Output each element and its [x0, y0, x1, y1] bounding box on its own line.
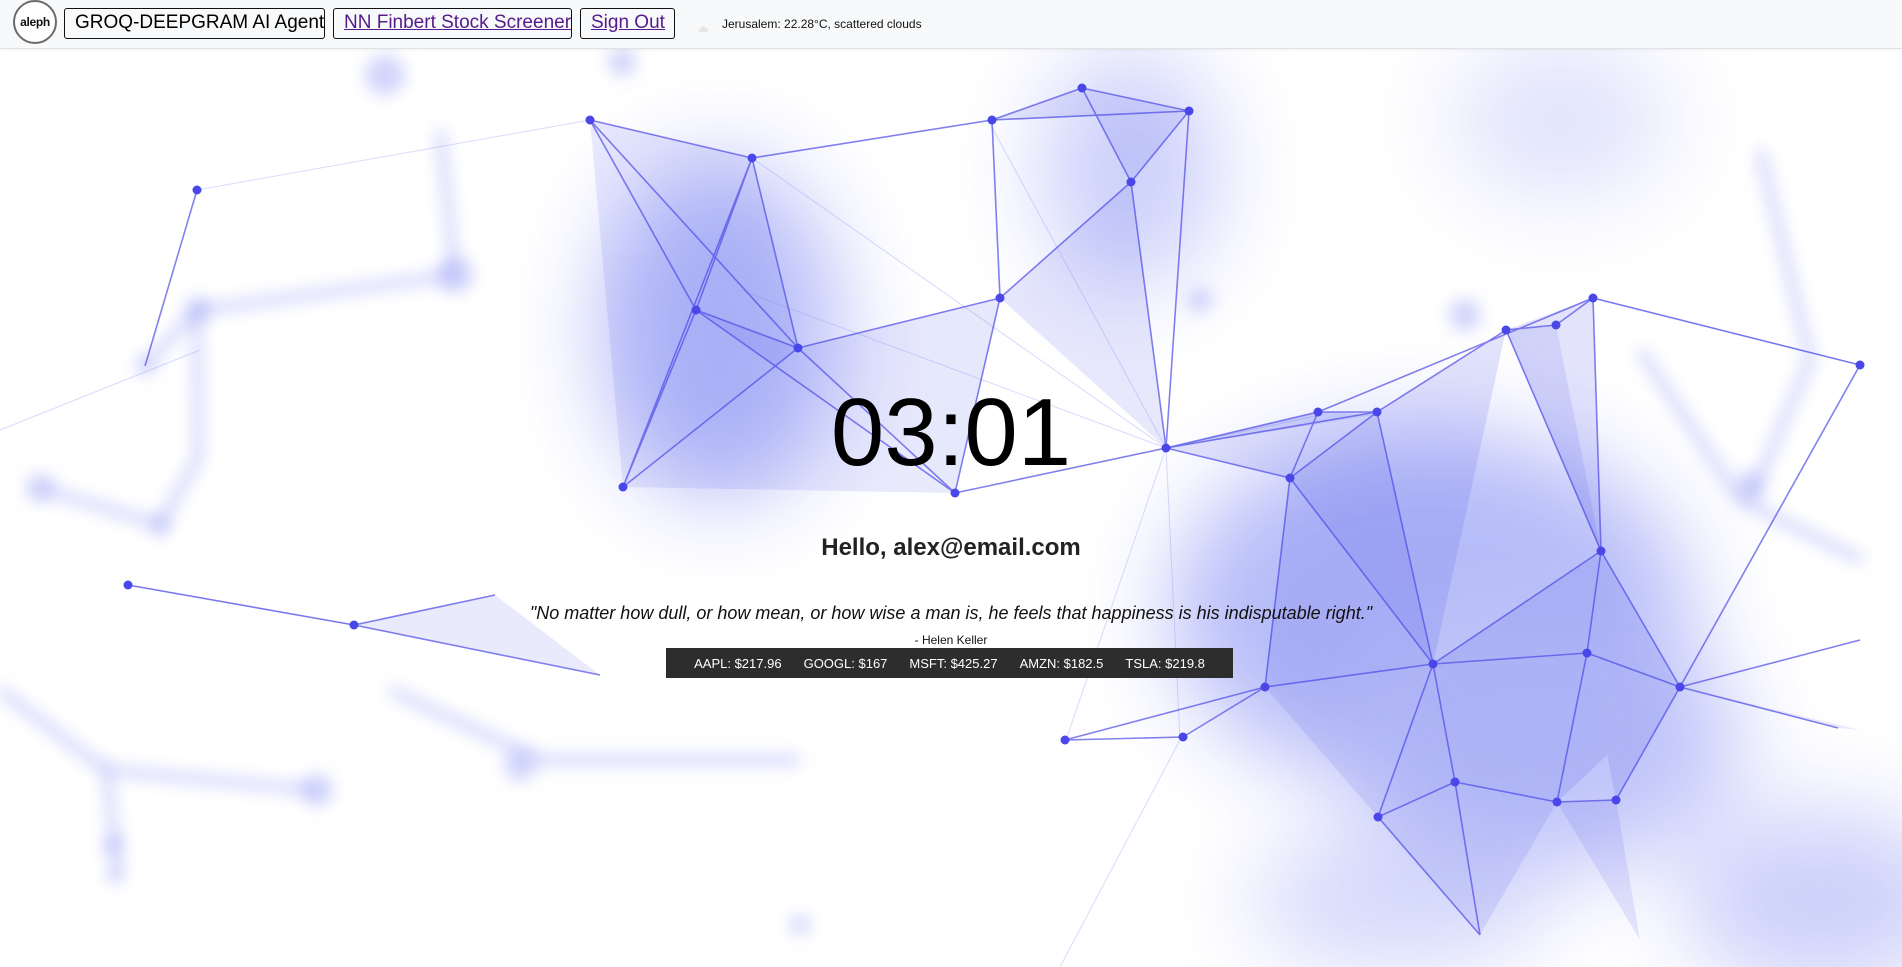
stock-ticker-item: TSLA: $219.8 — [1125, 655, 1205, 671]
quote-text: "No matter how dull, or how mean, or how… — [529, 603, 1373, 623]
greeting-text: Hello, alex@email.com — [821, 534, 1081, 561]
stock-ticker: AAPL: $217.96 GOOGL: $167 MSFT: $425.27 … — [666, 648, 1233, 678]
quote-author: - Helen Keller — [914, 633, 988, 647]
finbert-stock-screener-link[interactable]: NN Finbert Stock Screener — [333, 8, 572, 39]
stock-ticker-item: GOOGL: $167 — [803, 655, 888, 671]
stock-ticker-item: AMZN: $182.5 — [1019, 655, 1104, 671]
weather-text: Jerusalem: 22.28°C, scattered clouds — [722, 17, 922, 31]
top-nav-bar: aleph GROQ-DEEPGRAM AI Agent NN Finbert … — [0, 0, 1902, 49]
sign-out-link[interactable]: Sign Out — [580, 8, 675, 39]
aleph-logo[interactable]: aleph — [13, 0, 57, 44]
page: aleph GROQ-DEEPGRAM AI Agent NN Finbert … — [0, 0, 1902, 967]
stock-ticker-item: MSFT: $425.27 — [909, 655, 998, 671]
cloud-icon — [698, 22, 708, 32]
weather-widget: Jerusalem: 22.28°C, scattered clouds — [698, 16, 922, 32]
groq-deepgram-agent-button[interactable]: GROQ-DEEPGRAM AI Agent — [64, 8, 325, 39]
clock-display: 03:01 — [830, 379, 1072, 486]
stock-ticker-item: AAPL: $217.96 — [694, 655, 782, 671]
